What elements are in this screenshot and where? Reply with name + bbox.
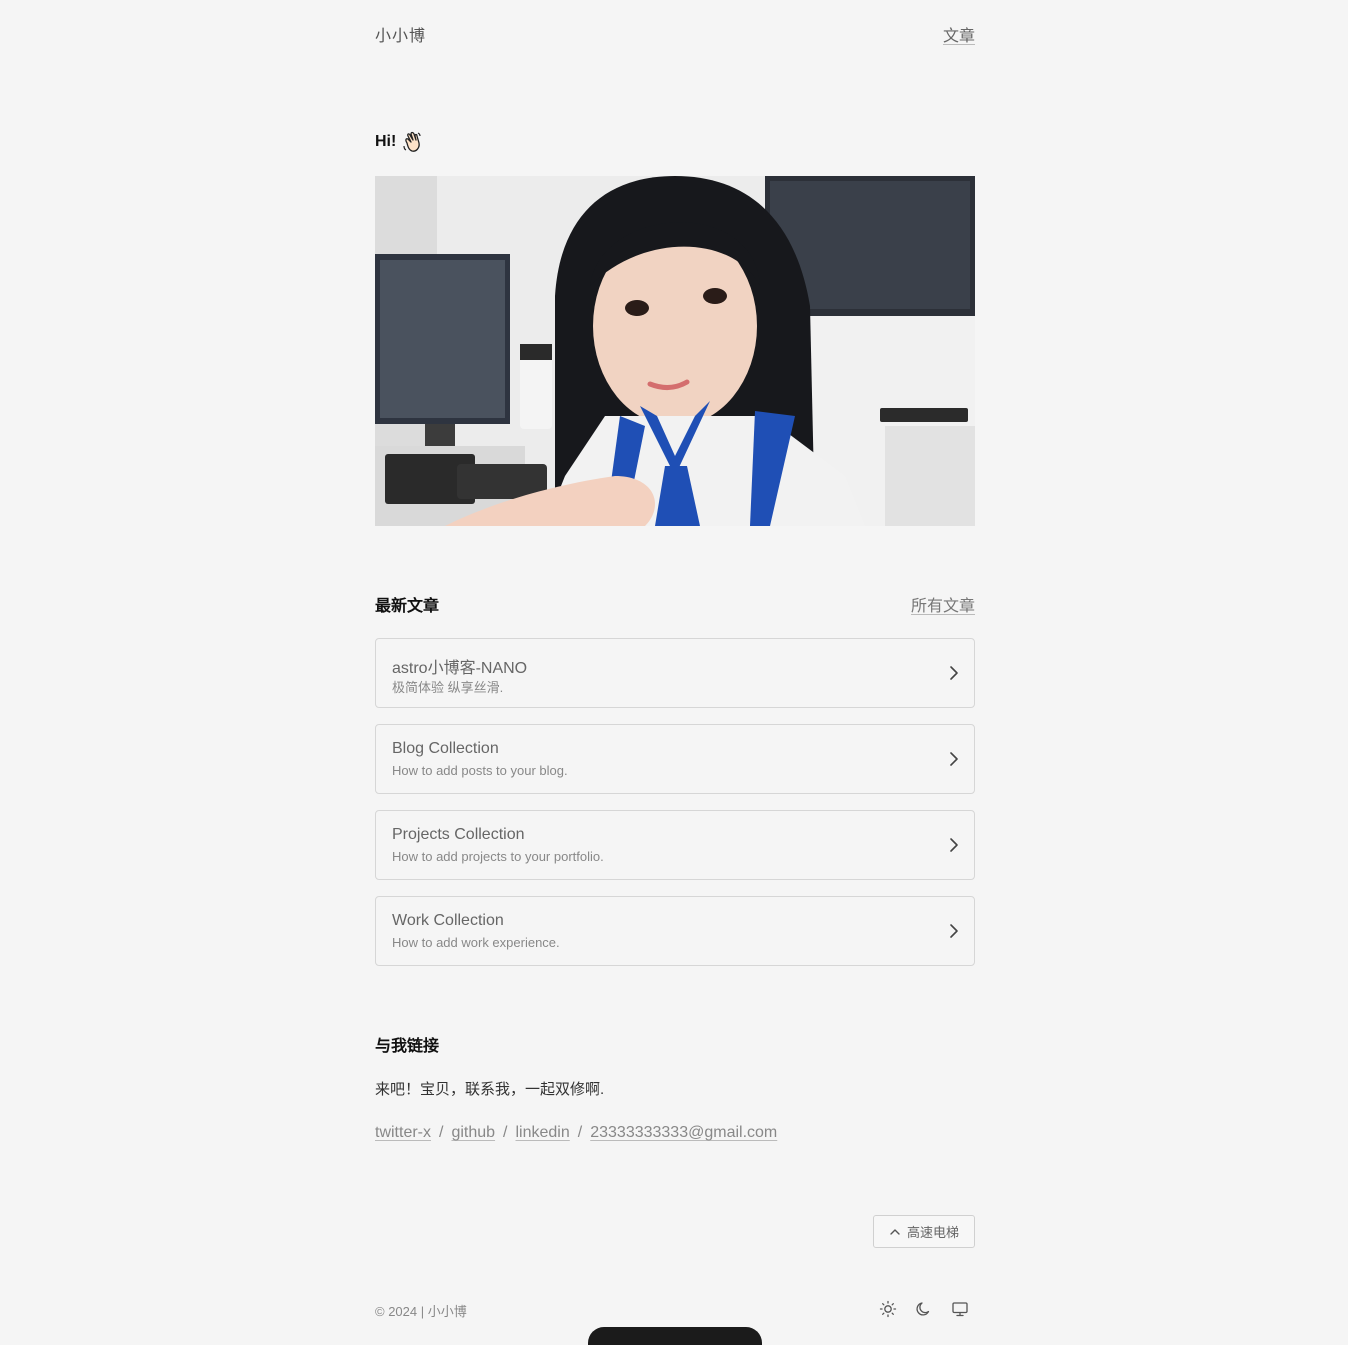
post-description: 极简体验 纵享丝滑. [392, 680, 504, 695]
post-title: Blog Collection [392, 740, 499, 757]
nav-articles-link[interactable]: 文章 [943, 22, 975, 46]
footer-copyright: © 2024 | 小小博 [375, 1304, 467, 1319]
chevron-right-icon [950, 752, 958, 766]
link-separator: / [577, 1124, 583, 1141]
post-card[interactable]: Work Collection How to add work experien… [375, 896, 975, 966]
post-description: How to add projects to your portfolio. [392, 849, 604, 864]
latest-posts-header: 最新文章 所有文章 [375, 592, 975, 616]
post-title: Work Collection [392, 912, 504, 929]
link-separator: / [503, 1124, 508, 1141]
twitter-x-link[interactable]: twitter-x [375, 1124, 431, 1142]
monitor-icon[interactable] [951, 1300, 969, 1318]
moon-icon[interactable] [915, 1300, 933, 1318]
back-to-top-button[interactable]: 高速电梯 [873, 1215, 975, 1248]
chevron-up-icon [890, 1228, 900, 1235]
post-title: astro小博客-NANO [392, 660, 528, 677]
waving-hand-icon [402, 131, 424, 153]
link-separator: / [439, 1124, 444, 1141]
back-to-top-label: 高速电梯 [906, 1225, 959, 1240]
post-card[interactable]: Blog Collection How to add posts to your… [375, 724, 975, 794]
linkedin-link[interactable]: linkedin [516, 1124, 570, 1142]
site-title-link[interactable]: 小小博 [375, 22, 426, 46]
chevron-right-icon [950, 924, 958, 938]
hero-photo [375, 176, 975, 526]
site-header: 小小博 文章 [375, 20, 975, 46]
post-title: Projects Collection [392, 826, 525, 843]
github-link[interactable]: github [451, 1124, 495, 1142]
post-card[interactable]: astro小博客-NANO 极简体验 纵享丝滑. [375, 638, 975, 708]
all-posts-link[interactable]: 所有文章 [911, 592, 975, 616]
contact-text: 来吧！宝贝，联系我，一起双修啊. [375, 1081, 605, 1098]
greeting-text: Hi! [375, 133, 397, 150]
chevron-right-icon [950, 666, 958, 680]
theme-switcher [879, 1300, 969, 1318]
social-links: twitter-x / github / linkedin / 23333333… [375, 1124, 777, 1142]
latest-posts-title: 最新文章 [375, 598, 440, 615]
sun-icon[interactable] [879, 1300, 897, 1318]
bottom-dock[interactable] [588, 1327, 762, 1345]
post-description: How to add work experience. [392, 935, 560, 950]
post-description: How to add posts to your blog. [392, 763, 568, 778]
contact-title: 与我链接 [375, 1038, 440, 1055]
post-card[interactable]: Projects Collection How to add projects … [375, 810, 975, 880]
hero-photo-illustration [375, 176, 975, 526]
chevron-right-icon [950, 838, 958, 852]
greeting-heading: Hi! [375, 131, 424, 153]
email-link[interactable]: 23333333333@gmail.com [590, 1124, 777, 1142]
